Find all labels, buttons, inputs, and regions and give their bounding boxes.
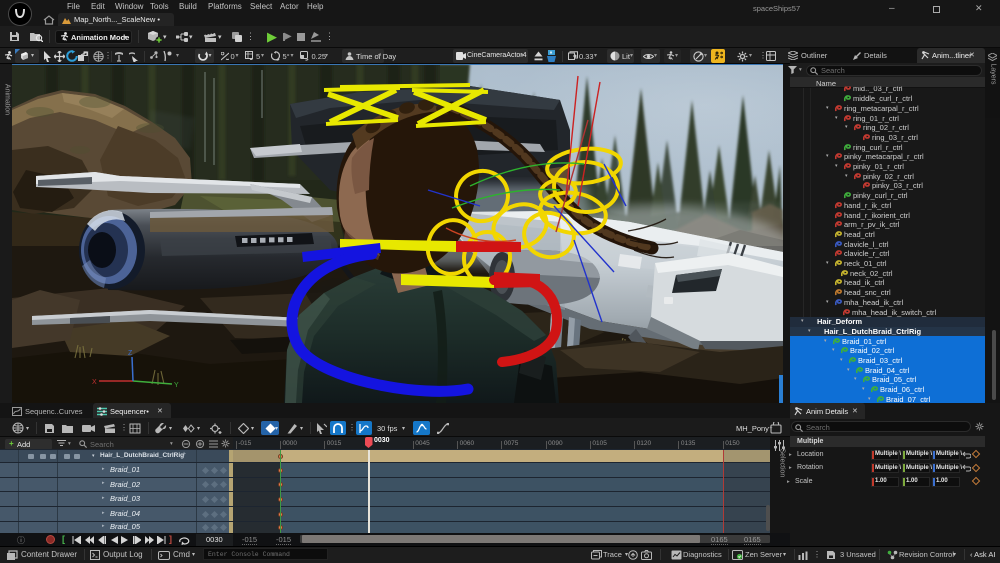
svg-text:Y: Y <box>174 382 179 389</box>
svg-text:Z: Z <box>128 350 133 357</box>
svg-text:X: X <box>92 379 97 386</box>
